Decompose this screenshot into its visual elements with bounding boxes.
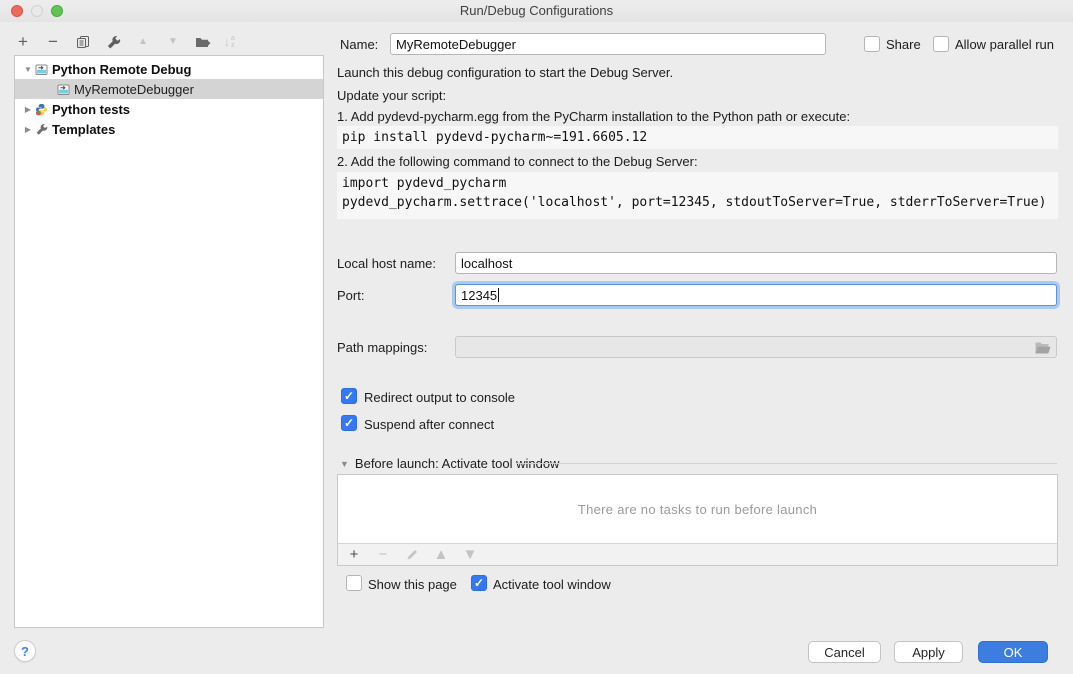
edit-task-button[interactable] [404,547,420,563]
run-debug-configurations-dialog: Run/Debug Configurations + − ▲ ▼ ↓ az ▼ … [0,0,1073,674]
tasks-toolbar: + − ▲ ▼ [338,543,1057,565]
new-folder-button[interactable] [194,33,212,51]
sort-az-icon: az [231,35,235,49]
share-label: Share [886,37,921,52]
wrench-icon [106,35,121,50]
move-task-down-button[interactable]: ▼ [462,547,478,563]
collapse-arrow-icon: ▼ [340,459,349,469]
question-mark-icon: ? [21,644,29,659]
check-icon: ✓ [344,417,354,429]
expand-arrow-icon[interactable]: ▶ [21,125,35,134]
activate-tool-window-checkbox[interactable]: ✓ [471,575,487,591]
run-config-icon [35,63,48,76]
browse-folder-icon[interactable] [1035,341,1051,354]
show-this-page-label: Show this page [368,577,457,592]
before-launch-tasks-panel: There are no tasks to run before launch … [337,474,1058,566]
tasks-empty-text: There are no tasks to run before launch [338,475,1057,543]
ok-button[interactable]: OK [978,641,1048,663]
move-down-button[interactable]: ▼ [164,33,182,51]
port-input[interactable]: 12345 [455,284,1057,306]
tree-item-label: Templates [52,122,115,137]
step2-text: 2. Add the following command to connect … [337,154,698,169]
folder-plus-icon [195,35,211,49]
check-icon: ✓ [474,577,484,589]
tree-item-python-tests[interactable]: ▶ Python tests [15,99,323,119]
show-this-page-checkbox[interactable]: ✓ [346,575,362,591]
redirect-output-checkbox[interactable]: ✓ [341,388,357,404]
python-icon [35,103,48,116]
tree-item-myremotedebugger[interactable]: MyRemoteDebugger [15,79,323,99]
step1-text: 1. Add pydevd-pycharm.egg from the PyCha… [337,109,850,124]
title-bar: Run/Debug Configurations [0,0,1073,22]
edit-defaults-button[interactable] [104,33,122,51]
help-button[interactable]: ? [14,640,36,662]
copy-configuration-button[interactable] [74,33,92,51]
update-script-text: Update your script: [337,88,446,103]
name-label: Name: [340,37,378,52]
suspend-after-connect-label: Suspend after connect [364,417,494,432]
arrow-up-icon: ▲ [138,33,148,51]
share-checkbox[interactable]: ✓ [864,36,880,52]
port-label: Port: [337,288,364,303]
check-icon: ✓ [344,390,354,402]
configurations-tree: ▼ Python Remote Debug MyRemoteDebugger ▶… [14,55,324,628]
name-input[interactable] [390,33,826,55]
arrow-up-icon: ▲ [434,546,449,564]
collapse-arrow-icon[interactable]: ▼ [21,65,35,74]
section-divider [516,463,1057,464]
intro-text: Launch this debug configuration to start… [337,65,673,80]
remove-configuration-button[interactable]: − [44,33,62,51]
minus-icon: − [379,546,388,564]
sort-arrow-icon: ↓ [224,35,230,49]
plus-icon: + [18,33,28,51]
path-mappings-label: Path mappings: [337,340,427,355]
remove-task-button[interactable]: − [375,547,391,563]
arrow-down-icon: ▼ [168,33,178,51]
move-up-button[interactable]: ▲ [134,33,152,51]
local-host-name-input[interactable] [455,252,1057,274]
tree-item-label: Python tests [52,102,130,117]
path-mappings-field[interactable] [455,336,1057,358]
apply-button[interactable]: Apply [894,641,963,663]
cancel-button[interactable]: Cancel [808,641,881,663]
move-task-up-button[interactable]: ▲ [433,547,449,563]
arrow-down-icon: ▼ [463,546,478,564]
sort-configurations-button[interactable]: ↓ az [224,35,235,49]
add-configuration-button[interactable]: + [14,33,32,51]
tree-item-templates[interactable]: ▶ Templates [15,119,323,139]
wrench-icon [35,123,48,136]
allow-parallel-run-checkbox[interactable]: ✓ [933,36,949,52]
pip-install-code: pip install pydevd-pycharm~=191.6605.12 [337,126,1058,149]
copy-icon [76,35,90,49]
suspend-after-connect-checkbox[interactable]: ✓ [341,415,357,431]
local-host-name-label: Local host name: [337,256,436,271]
run-config-icon [57,83,70,96]
tree-item-python-remote-debug[interactable]: ▼ Python Remote Debug [15,59,323,79]
activate-tool-window-label: Activate tool window [493,577,611,592]
pencil-icon [406,548,419,561]
redirect-output-label: Redirect output to console [364,390,515,405]
settrace-code: import pydevd_pycharmpydevd_pycharm.sett… [337,172,1058,219]
text-cursor [498,288,499,302]
configurations-toolbar: + − ▲ ▼ ↓ az [14,30,235,54]
tree-item-label: Python Remote Debug [52,62,191,77]
plus-icon: + [350,546,359,564]
tree-item-label: MyRemoteDebugger [74,82,194,97]
window-title: Run/Debug Configurations [0,3,1073,18]
add-task-button[interactable]: + [346,547,362,563]
minus-icon: − [48,33,58,51]
allow-parallel-run-label: Allow parallel run [955,37,1054,52]
expand-arrow-icon[interactable]: ▶ [21,105,35,114]
